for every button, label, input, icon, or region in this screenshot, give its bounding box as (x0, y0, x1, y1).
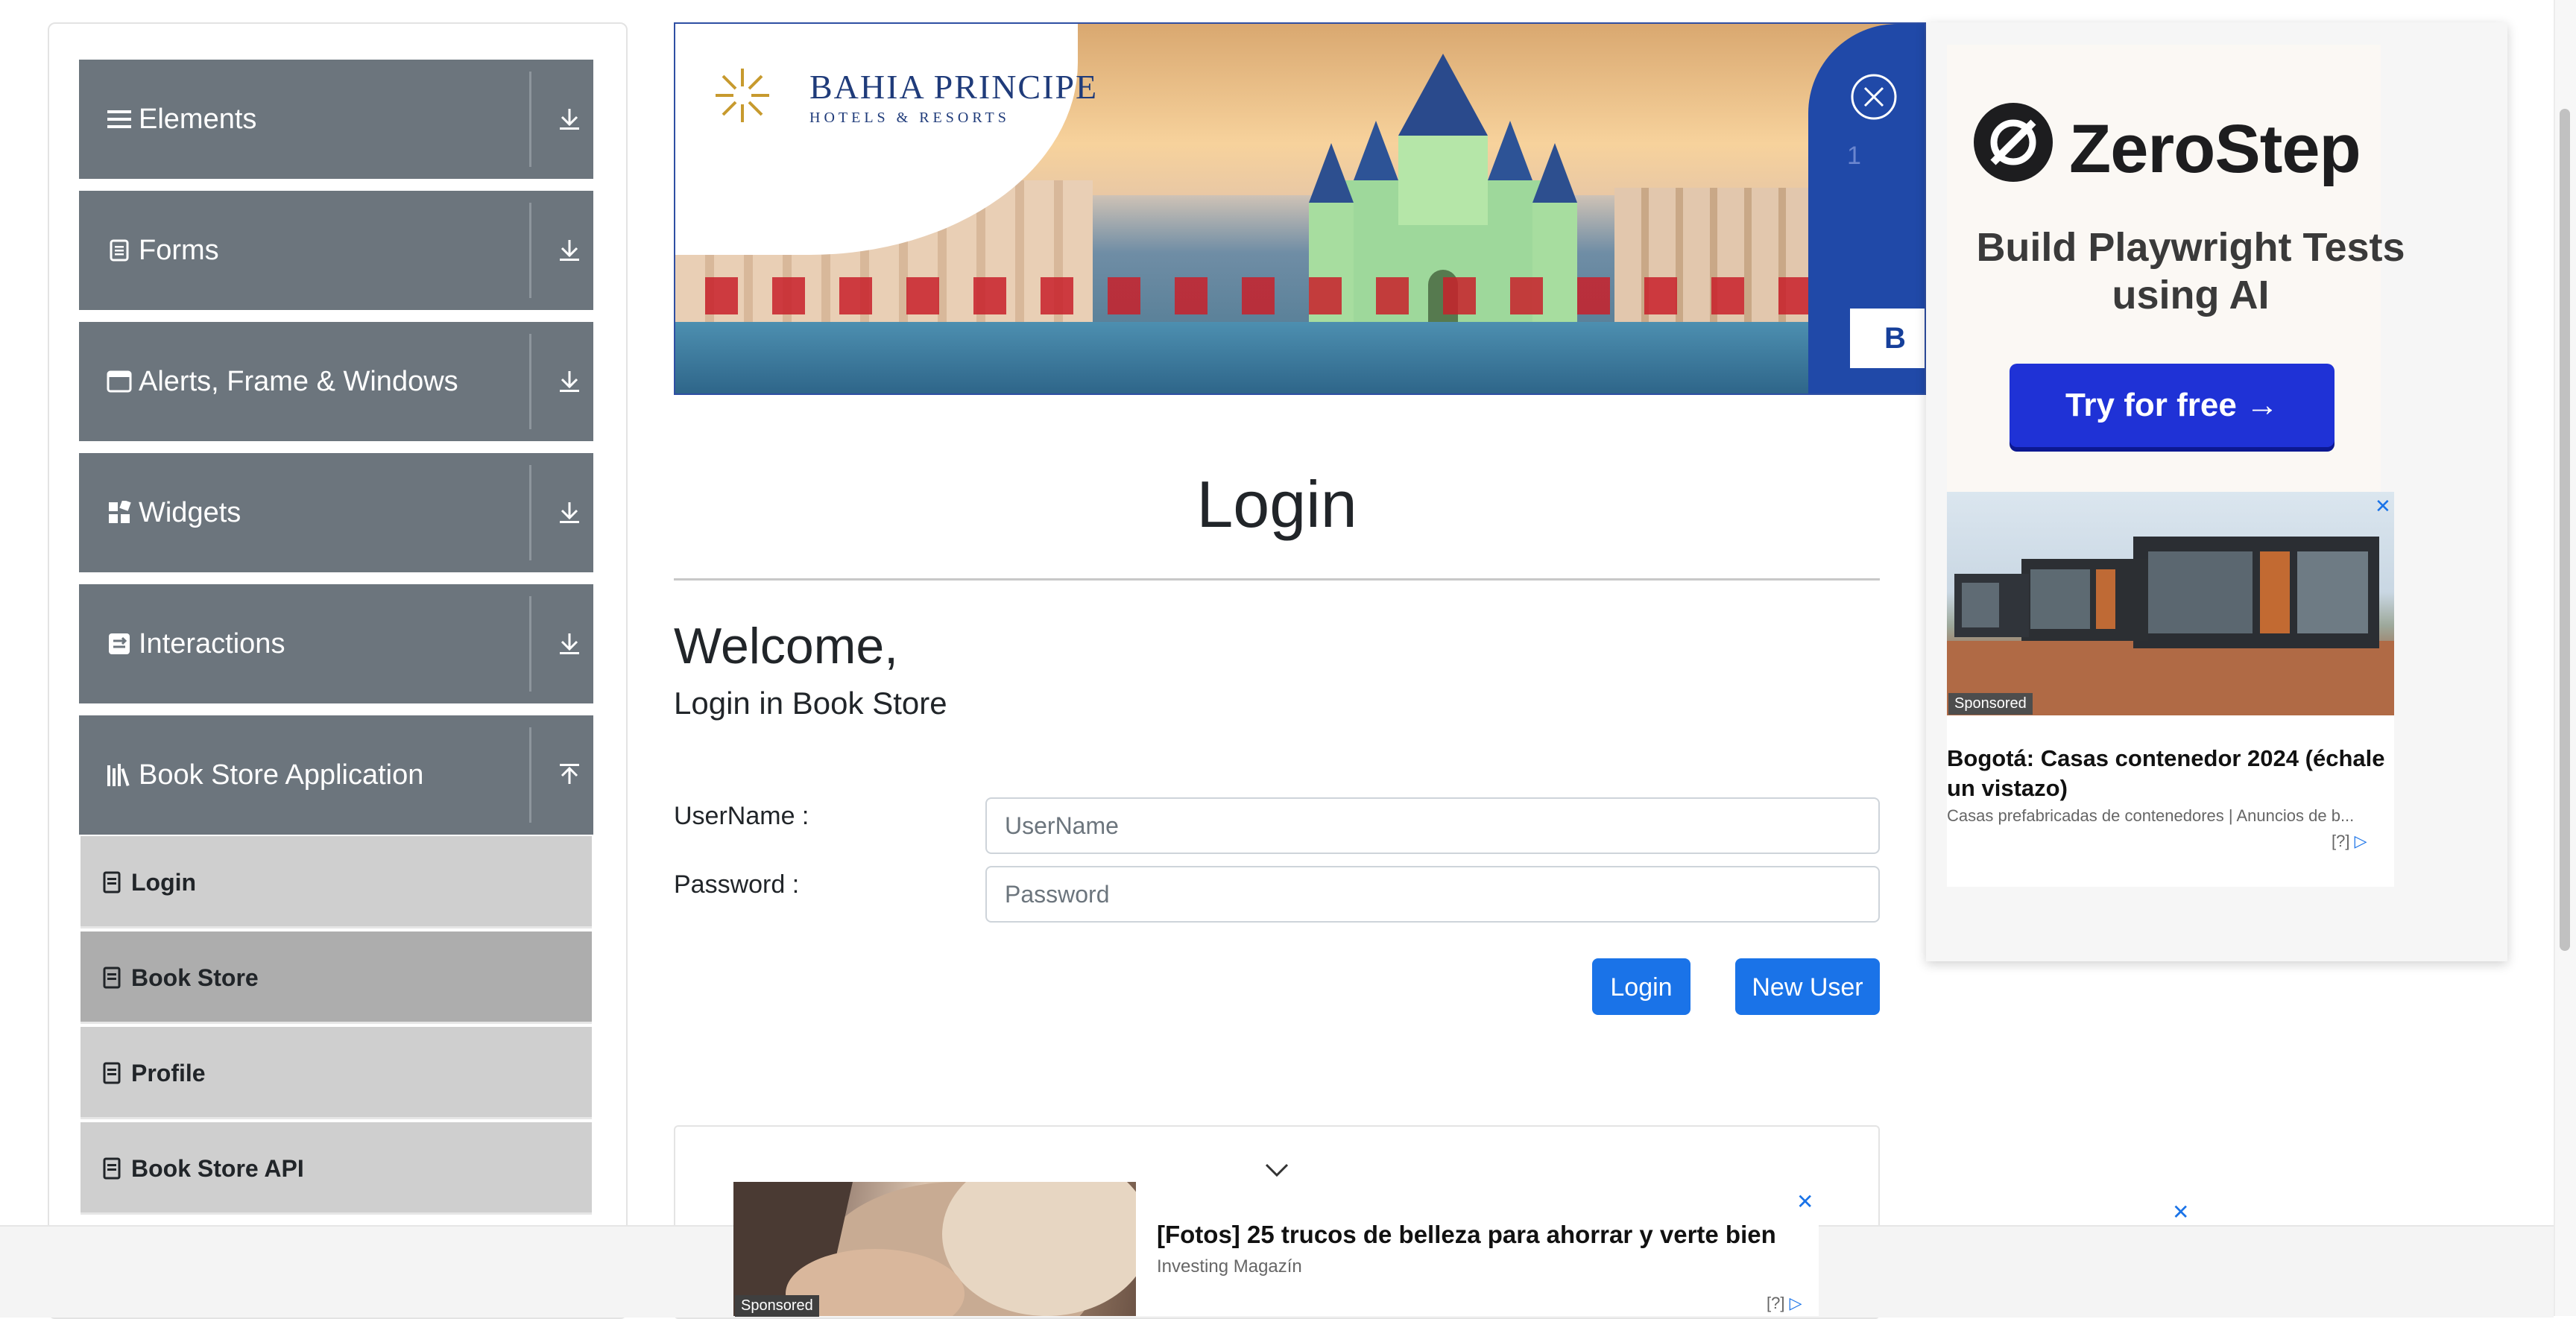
sidebar-item-profile[interactable]: Profile (80, 1027, 592, 1119)
divider (529, 72, 531, 167)
sidebar-item-login[interactable]: Login (80, 836, 592, 929)
username-input[interactable] (985, 797, 1880, 854)
bottom-native-ad[interactable]: Sponsored [Fotos] 25 trucos de belleza p… (733, 1182, 1819, 1317)
ad-side-number: 1 (1847, 142, 1861, 170)
native-ad-title[interactable]: Bogotá: Casas contenedor 2024 (échale un… (1947, 744, 2394, 803)
window-icon (104, 322, 134, 441)
divider (529, 596, 531, 692)
username-label: UserName : (674, 802, 809, 830)
sidebar-item-label: Book Store API (131, 1155, 304, 1182)
divider (529, 334, 531, 429)
sponsored-badge: Sponsored (735, 1295, 819, 1317)
close-icon[interactable]: ✕ (2375, 495, 2391, 518)
bottom-ad-title[interactable]: [Fotos] 25 trucos de belleza para ahorra… (1157, 1221, 1776, 1249)
adchoices-icon: ▷ (2354, 832, 2367, 850)
zerostep-brand: ZeroStep (2069, 111, 2361, 187)
ad-brand-sub: HOTELS & RESORTS (809, 110, 1010, 126)
widgets-icon (104, 453, 134, 572)
interactions-icon (104, 584, 134, 703)
welcome-heading: Welcome, (674, 618, 899, 674)
zerostep-tagline: Build Playwright Tests using AI (1976, 225, 2405, 317)
document-icon (104, 191, 134, 310)
sidebar-group-label: Alerts, Frame & Windows (139, 366, 458, 397)
ad-info-link[interactable]: [?] ▷ (1767, 1294, 1802, 1313)
download-arrow-icon[interactable] (547, 453, 592, 572)
password-input[interactable] (985, 866, 1880, 923)
ad-image-umbrellas (705, 277, 1823, 314)
password-label: Password : (674, 870, 800, 899)
native-ad-subtitle: Casas prefabricadas de contenedores | An… (1947, 806, 2355, 825)
adchoices-icon: ▷ (1789, 1294, 1802, 1312)
ad-info-label: [?] (2332, 832, 2350, 850)
sidebar-item-book-store[interactable]: Book Store (80, 931, 592, 1024)
sidebar-item-book-store-api[interactable]: Book Store API (80, 1122, 592, 1215)
sun-logo-icon (716, 69, 769, 122)
sidebar-group-elements[interactable]: Elements (79, 60, 593, 179)
ad-info-link[interactable]: [?] ▷ (2332, 832, 2367, 851)
bottom-ad-source: Investing Magazín (1157, 1256, 1302, 1277)
ad-brand: BAHIA PRINCIPE HOTELS & RESORTS (809, 67, 1098, 127)
upload-arrow-icon[interactable] (547, 715, 592, 835)
close-icon[interactable]: ✕ (1796, 1189, 1813, 1214)
sidebar-group-label: Widgets (139, 497, 242, 528)
ad-cta-button[interactable]: B (1850, 309, 1925, 368)
zerostep-logo-icon (1974, 103, 2053, 182)
hamburger-icon (104, 60, 134, 179)
download-arrow-icon[interactable] (547, 60, 592, 179)
download-arrow-icon[interactable] (547, 584, 592, 703)
welcome-subtitle: Login in Book Store (674, 686, 947, 721)
sidebar-item-label: Profile (131, 1060, 206, 1086)
item-icon (103, 1062, 121, 1084)
item-icon (103, 967, 121, 989)
divider (674, 578, 1880, 581)
chevron-down-icon[interactable] (1264, 1163, 1289, 1177)
scrollbar-thumb[interactable] (2560, 109, 2570, 951)
download-arrow-icon[interactable] (547, 322, 592, 441)
divider (529, 203, 531, 298)
sidebar-group-label: Elements (139, 104, 257, 135)
divider (529, 465, 531, 560)
right-ad[interactable]: ZeroStep Build Playwright Tests using AI… (1926, 22, 2507, 961)
login-button[interactable]: Login (1592, 958, 1690, 1015)
ad-info-label: [?] (1767, 1294, 1785, 1312)
native-ad-card[interactable]: Sponsored ✕ Bogotá: Casas contenedor 202… (1947, 492, 2394, 887)
ad-image-pool (675, 322, 1925, 393)
ad-image-container-houses (1947, 492, 2394, 715)
sidebar-item-label: Book Store (131, 964, 259, 991)
banner-ad[interactable]: BAHIA PRINCIPE HOTELS & RESORTS 1 B (674, 22, 1926, 395)
sidebar-group-widgets[interactable]: Widgets (79, 453, 593, 572)
new-user-button[interactable]: New User (1735, 958, 1880, 1015)
sidebar-group-label: Book Store Application (139, 759, 424, 791)
sidebar-group-label: Forms (139, 235, 219, 266)
download-arrow-icon[interactable] (547, 191, 592, 310)
try-for-free-button[interactable]: Try for free → (2010, 364, 2334, 447)
sidebar-group-alerts-frame-windows[interactable]: Alerts, Frame & Windows (79, 322, 593, 441)
sidebar-group-interactions[interactable]: Interactions (79, 584, 593, 703)
sidebar-item-label: Login (131, 869, 197, 896)
sponsored-badge: Sponsored (1948, 693, 2033, 715)
page-title: Login (1196, 467, 1357, 541)
item-icon (103, 1157, 121, 1180)
close-icon[interactable] (1850, 73, 1898, 121)
divider (529, 727, 531, 823)
item-icon (103, 871, 121, 893)
books-icon (104, 715, 134, 835)
sidebar-group-book-store-application[interactable]: Book Store Application (79, 715, 593, 835)
sidebar-group-forms[interactable]: Forms (79, 191, 593, 310)
close-icon[interactable]: ✕ (2172, 1200, 2189, 1224)
ad-brand-name: BAHIA PRINCIPE (809, 68, 1099, 106)
sidebar-group-label: Interactions (139, 628, 285, 660)
